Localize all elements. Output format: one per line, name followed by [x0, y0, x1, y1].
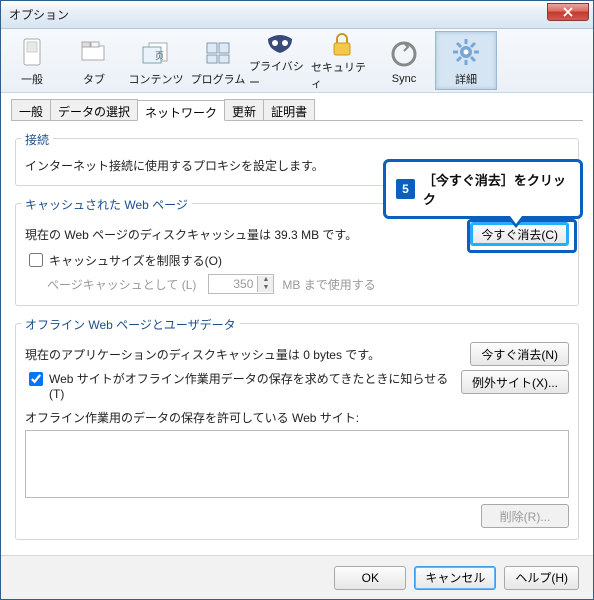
toolbar-security[interactable]: セキュリティ — [311, 31, 373, 90]
close-icon — [563, 7, 573, 17]
pagecache-spinner[interactable]: ▲▼ — [208, 274, 274, 294]
toolbar-label: 詳細 — [455, 71, 477, 87]
spin-up[interactable]: ▲ — [257, 276, 273, 284]
subtab-data[interactable]: データの選択 — [50, 99, 138, 120]
category-toolbar: 一般 タブ 页 コンテンツ プログラム プライバシー セキュリティ Sync 詳 — [1, 29, 593, 93]
toolbar-advanced[interactable]: 詳細 — [435, 31, 497, 90]
toolbar-label: タブ — [83, 71, 105, 87]
toolbar-label: コンテンツ — [129, 71, 184, 87]
allowed-label: オフライン作業用のデータの保存を許可している Web サイト: — [25, 409, 359, 426]
options-window: オプション 一般 タブ 页 コンテンツ プログラム プライバシー セキュリティ — [0, 0, 594, 600]
svg-text:页: 页 — [155, 51, 164, 61]
help-button[interactable]: ヘルプ(H) — [504, 566, 579, 590]
lock-icon — [331, 31, 353, 57]
notify-label: Web サイトがオフライン作業用データの保存を求めてきたときに知らせる(T) — [49, 370, 461, 401]
exceptions-button[interactable]: 例外サイト(X)... — [461, 370, 569, 394]
subtab-cert[interactable]: 証明書 — [263, 99, 315, 120]
apps-icon — [203, 35, 233, 69]
content-icon: 页 — [141, 35, 171, 69]
dialog-footer: OK キャンセル ヘルプ(H) — [1, 555, 593, 599]
notify-checkbox[interactable] — [29, 372, 43, 386]
subtab-network[interactable]: ネットワーク — [137, 100, 225, 121]
instruction-callout: 5 ［今すぐ消去］をクリック — [383, 159, 583, 219]
toolbar-apps[interactable]: プログラム — [187, 31, 249, 90]
group-title: 接続 — [21, 131, 53, 148]
ok-button[interactable]: OK — [334, 566, 406, 590]
limit-cache-label: キャッシュサイズを制限する(O) — [49, 252, 222, 269]
limit-cache-checkbox[interactable] — [29, 253, 43, 267]
offline-desc: 現在のアプリケーションのディスクキャッシュ量は 0 bytes です。 — [25, 346, 470, 363]
toolbar-label: プログラム — [191, 71, 246, 87]
titlebar: オプション — [1, 1, 593, 29]
callout-text: ［今すぐ消去］をクリック — [423, 170, 570, 208]
toolbar-label: プライバシー — [249, 58, 311, 90]
pagecache-input[interactable] — [209, 276, 257, 292]
toolbar-privacy[interactable]: プライバシー — [249, 31, 311, 90]
remove-button: 削除(R)... — [481, 504, 569, 528]
pagecache-label: ページキャッシュとして (L) — [47, 276, 196, 293]
switch-icon — [21, 35, 43, 69]
toolbar-tabs[interactable]: タブ — [63, 31, 125, 90]
group-title: キャッシュされた Web ページ — [21, 196, 192, 213]
callout-step-number: 5 — [396, 179, 415, 199]
subtab-update[interactable]: 更新 — [224, 99, 264, 120]
gear-icon — [452, 35, 480, 69]
toolbar-label: 一般 — [21, 71, 43, 87]
offline-clear-button[interactable]: 今すぐ消去(N) — [470, 342, 569, 366]
allowed-sites-listbox[interactable] — [25, 430, 569, 498]
tabs-icon — [80, 35, 108, 69]
toolbar-sync[interactable]: Sync — [373, 31, 435, 90]
cache-desc: 現在の Web ページのディスクキャッシュ量は 39.3 MB です。 — [25, 226, 470, 243]
spin-down[interactable]: ▼ — [257, 284, 273, 292]
subtab-general[interactable]: 一般 — [11, 99, 51, 120]
toolbar-general[interactable]: 一般 — [1, 31, 63, 90]
close-button[interactable] — [547, 3, 589, 21]
toolbar-label: セキュリティ — [311, 59, 373, 91]
subtabs: 一般 データの選択 ネットワーク 更新 証明書 — [11, 99, 583, 121]
mask-icon — [265, 31, 295, 56]
toolbar-label: Sync — [392, 73, 416, 85]
cancel-button[interactable]: キャンセル — [414, 566, 496, 590]
toolbar-content[interactable]: 页 コンテンツ — [125, 31, 187, 90]
sync-icon — [390, 37, 418, 71]
group-title: オフライン Web ページとユーザデータ — [21, 316, 240, 333]
offline-group: オフライン Web ページとユーザデータ 現在のアプリケーションのディスクキャッ… — [15, 316, 579, 540]
window-title: オプション — [9, 6, 547, 23]
pagecache-suffix: MB まで使用する — [282, 276, 375, 293]
